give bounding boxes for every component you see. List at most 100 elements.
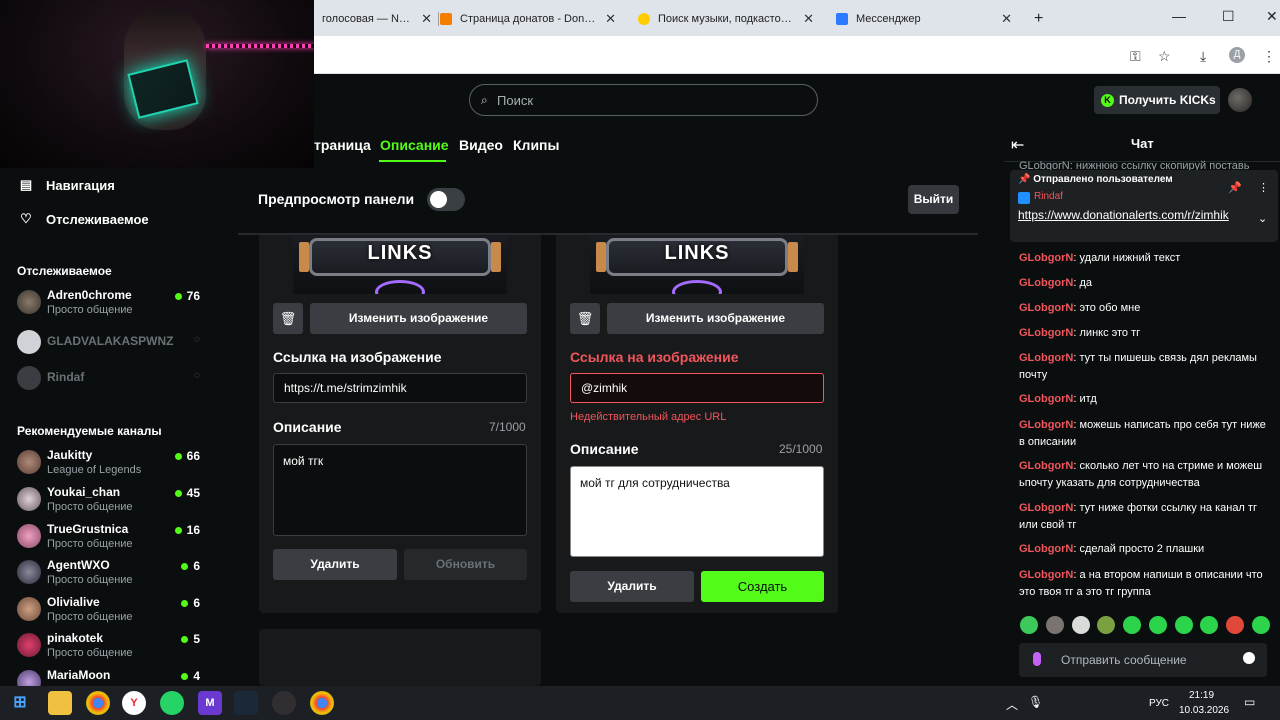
chevron-down-icon[interactable]: ⌄ (1258, 212, 1267, 225)
channel-item[interactable]: Olivialive Просто общение 6 (17, 593, 203, 627)
exit-button[interactable]: Выйти (908, 185, 959, 214)
tab-title: Поиск музыки, подкастов и ау (658, 13, 796, 25)
description-textarea[interactable]: мой тгк (273, 444, 527, 536)
microphone-tray-icon[interactable]: 🎙 (1028, 695, 1043, 709)
chat-message: GLobgorN: удали нижний текст (1019, 252, 1181, 264)
close-icon[interactable]: ✕ (605, 11, 616, 27)
tab-video[interactable]: Видео (459, 137, 503, 153)
emote-icon[interactable] (1097, 616, 1116, 634)
chat-username[interactable]: GLobgorN (1019, 569, 1073, 581)
browser-menu-icon[interactable]: ⋮ (1262, 48, 1276, 65)
obs-icon[interactable] (272, 691, 296, 715)
yandex-browser-icon[interactable]: Y (122, 691, 146, 715)
close-icon[interactable]: ✕ (803, 11, 814, 27)
create-button[interactable]: Создать (701, 571, 824, 602)
bookmark-star-icon[interactable]: ☆ (1158, 48, 1171, 65)
emote-icon[interactable] (1148, 616, 1167, 634)
navigation-icon: ▤ (19, 177, 33, 192)
maximize-icon[interactable]: ☐ (1222, 8, 1235, 25)
tray-chevron-icon[interactable]: ︿ (1006, 696, 1018, 713)
description-textarea[interactable]: мой тг для сотрудничества (570, 466, 824, 557)
nav-item-following[interactable]: ♡ Отслеживаемое (18, 211, 148, 227)
channel-item[interactable]: pinakotek Просто общение 5 (17, 629, 203, 663)
trash-icon[interactable]: 🗑 (273, 303, 303, 334)
browser-profile-avatar[interactable]: Д (1229, 47, 1245, 63)
whatsapp-icon[interactable] (160, 691, 184, 715)
language-indicator[interactable]: РУС (1149, 698, 1169, 709)
emote-icon[interactable] (1123, 616, 1142, 634)
close-icon[interactable]: ✕ (1001, 11, 1012, 27)
chat-username[interactable]: GLobgorN (1019, 302, 1073, 314)
tab-channel-page[interactable]: траница (314, 137, 371, 153)
channel-item[interactable]: AgentWXO Просто общение 6 (17, 556, 203, 590)
collapse-chat-icon[interactable]: ⇤ (1011, 135, 1024, 155)
channel-item[interactable]: Jaukitty League of Legends 66 (17, 446, 203, 480)
channel-name: GLADVALAKASPWNZ (47, 334, 174, 348)
pin-icon[interactable]: 📌 (1228, 181, 1242, 194)
microphone-icon[interactable] (1033, 652, 1041, 666)
live-dot-icon (174, 527, 182, 534)
browser-tab[interactable]: Страница донатов - DonationA ✕ (432, 4, 622, 34)
chat-username[interactable]: GLobgorN (1019, 252, 1073, 264)
chat-message-input[interactable]: Отправить сообщение (1019, 643, 1267, 677)
pinned-link[interactable]: https://www.donationalerts.com/r/zimhik (1018, 207, 1254, 224)
delete-button[interactable]: Удалить (570, 571, 694, 602)
tab-description[interactable]: Описание (380, 137, 449, 153)
channel-item[interactable]: Adren0chrome Просто общение 76 (17, 286, 203, 320)
change-image-button[interactable]: Изменить изображение (607, 303, 824, 334)
viewer-count-value: 16 (186, 523, 200, 537)
new-tab-button[interactable]: + (1026, 4, 1056, 34)
steam-icon[interactable] (234, 691, 258, 715)
browser-tab[interactable]: Поиск музыки, подкастов и ау ✕ (630, 4, 820, 34)
chrome-active-icon[interactable] (310, 691, 334, 715)
channel-item[interactable]: TrueGrustnica Просто общение 16 (17, 520, 203, 554)
change-image-button[interactable]: Изменить изображение (310, 303, 527, 334)
notification-icon[interactable]: ▭ (1244, 695, 1255, 709)
chat-username[interactable]: GLobgorN (1019, 352, 1073, 364)
more-options-icon[interactable]: ⋮ (1258, 181, 1269, 194)
channel-item[interactable]: MariaMoon 4 (17, 666, 203, 694)
following-heading: Отслеживаемое (17, 264, 112, 278)
key-icon[interactable]: ⚿ (1130, 48, 1141, 65)
search-input[interactable]: ⌕ Поиск (469, 84, 818, 116)
chat-username[interactable]: GLobgorN (1019, 277, 1073, 289)
panel-preview-toggle[interactable] (427, 188, 465, 211)
delete-button[interactable]: Удалить (273, 549, 397, 580)
emote-icon[interactable] (1226, 616, 1245, 634)
emoji-icon[interactable] (1243, 652, 1255, 664)
channel-item[interactable]: Youkai_chan Просто общение 45 (17, 483, 203, 517)
chat-username[interactable]: GLobgorN (1019, 543, 1073, 555)
chat-username[interactable]: GLobgorN (1019, 419, 1073, 431)
user-avatar[interactable] (1228, 88, 1252, 112)
emote-icon[interactable] (1174, 616, 1193, 634)
emote-icon[interactable] (1251, 616, 1270, 634)
emote-icon[interactable] (1200, 616, 1219, 634)
close-icon[interactable]: ✕ (421, 11, 432, 27)
image-link-input[interactable]: @zimhik (570, 373, 824, 403)
get-kicks-button[interactable]: K Получить KICKs (1094, 86, 1220, 114)
browser-tab[interactable]: голосовая — Nekt ✕ (314, 4, 438, 34)
tab-clips[interactable]: Клипы (513, 137, 559, 153)
channel-item[interactable]: GLADVALAKASPWNZ ◌ (17, 326, 203, 360)
emote-icon[interactable] (1020, 616, 1038, 634)
image-link-input[interactable]: https://t.me/strimzimhik (273, 373, 527, 403)
close-window-icon[interactable]: ✕ (1266, 8, 1278, 25)
channel-item[interactable]: Rindaf ◌ (17, 362, 203, 396)
nav-item-navigation[interactable]: ▤ Навигация (18, 177, 115, 193)
chat-username[interactable]: GLobgorN (1019, 327, 1073, 339)
update-button[interactable]: Обновить (404, 549, 527, 580)
emote-icon[interactable] (1045, 616, 1064, 634)
get-kicks-label: Получить KICKs (1119, 93, 1216, 107)
windows-start-icon[interactable]: ⊞ (8, 691, 32, 715)
file-explorer-icon[interactable] (48, 691, 72, 715)
chat-username[interactable]: GLobgorN (1019, 393, 1073, 405)
download-icon[interactable]: ⤓ (1200, 48, 1206, 65)
chat-username[interactable]: GLobgorN (1019, 502, 1073, 514)
minimize-icon[interactable]: — (1172, 8, 1186, 24)
browser-tab[interactable]: Мессенджер ✕ (828, 4, 1018, 34)
chat-username[interactable]: GLobgorN (1019, 460, 1073, 472)
chrome-icon[interactable] (86, 691, 110, 715)
trash-icon[interactable]: 🗑 (570, 303, 600, 334)
emote-icon[interactable] (1071, 616, 1090, 634)
twitch-app-icon[interactable]: M (198, 691, 222, 715)
